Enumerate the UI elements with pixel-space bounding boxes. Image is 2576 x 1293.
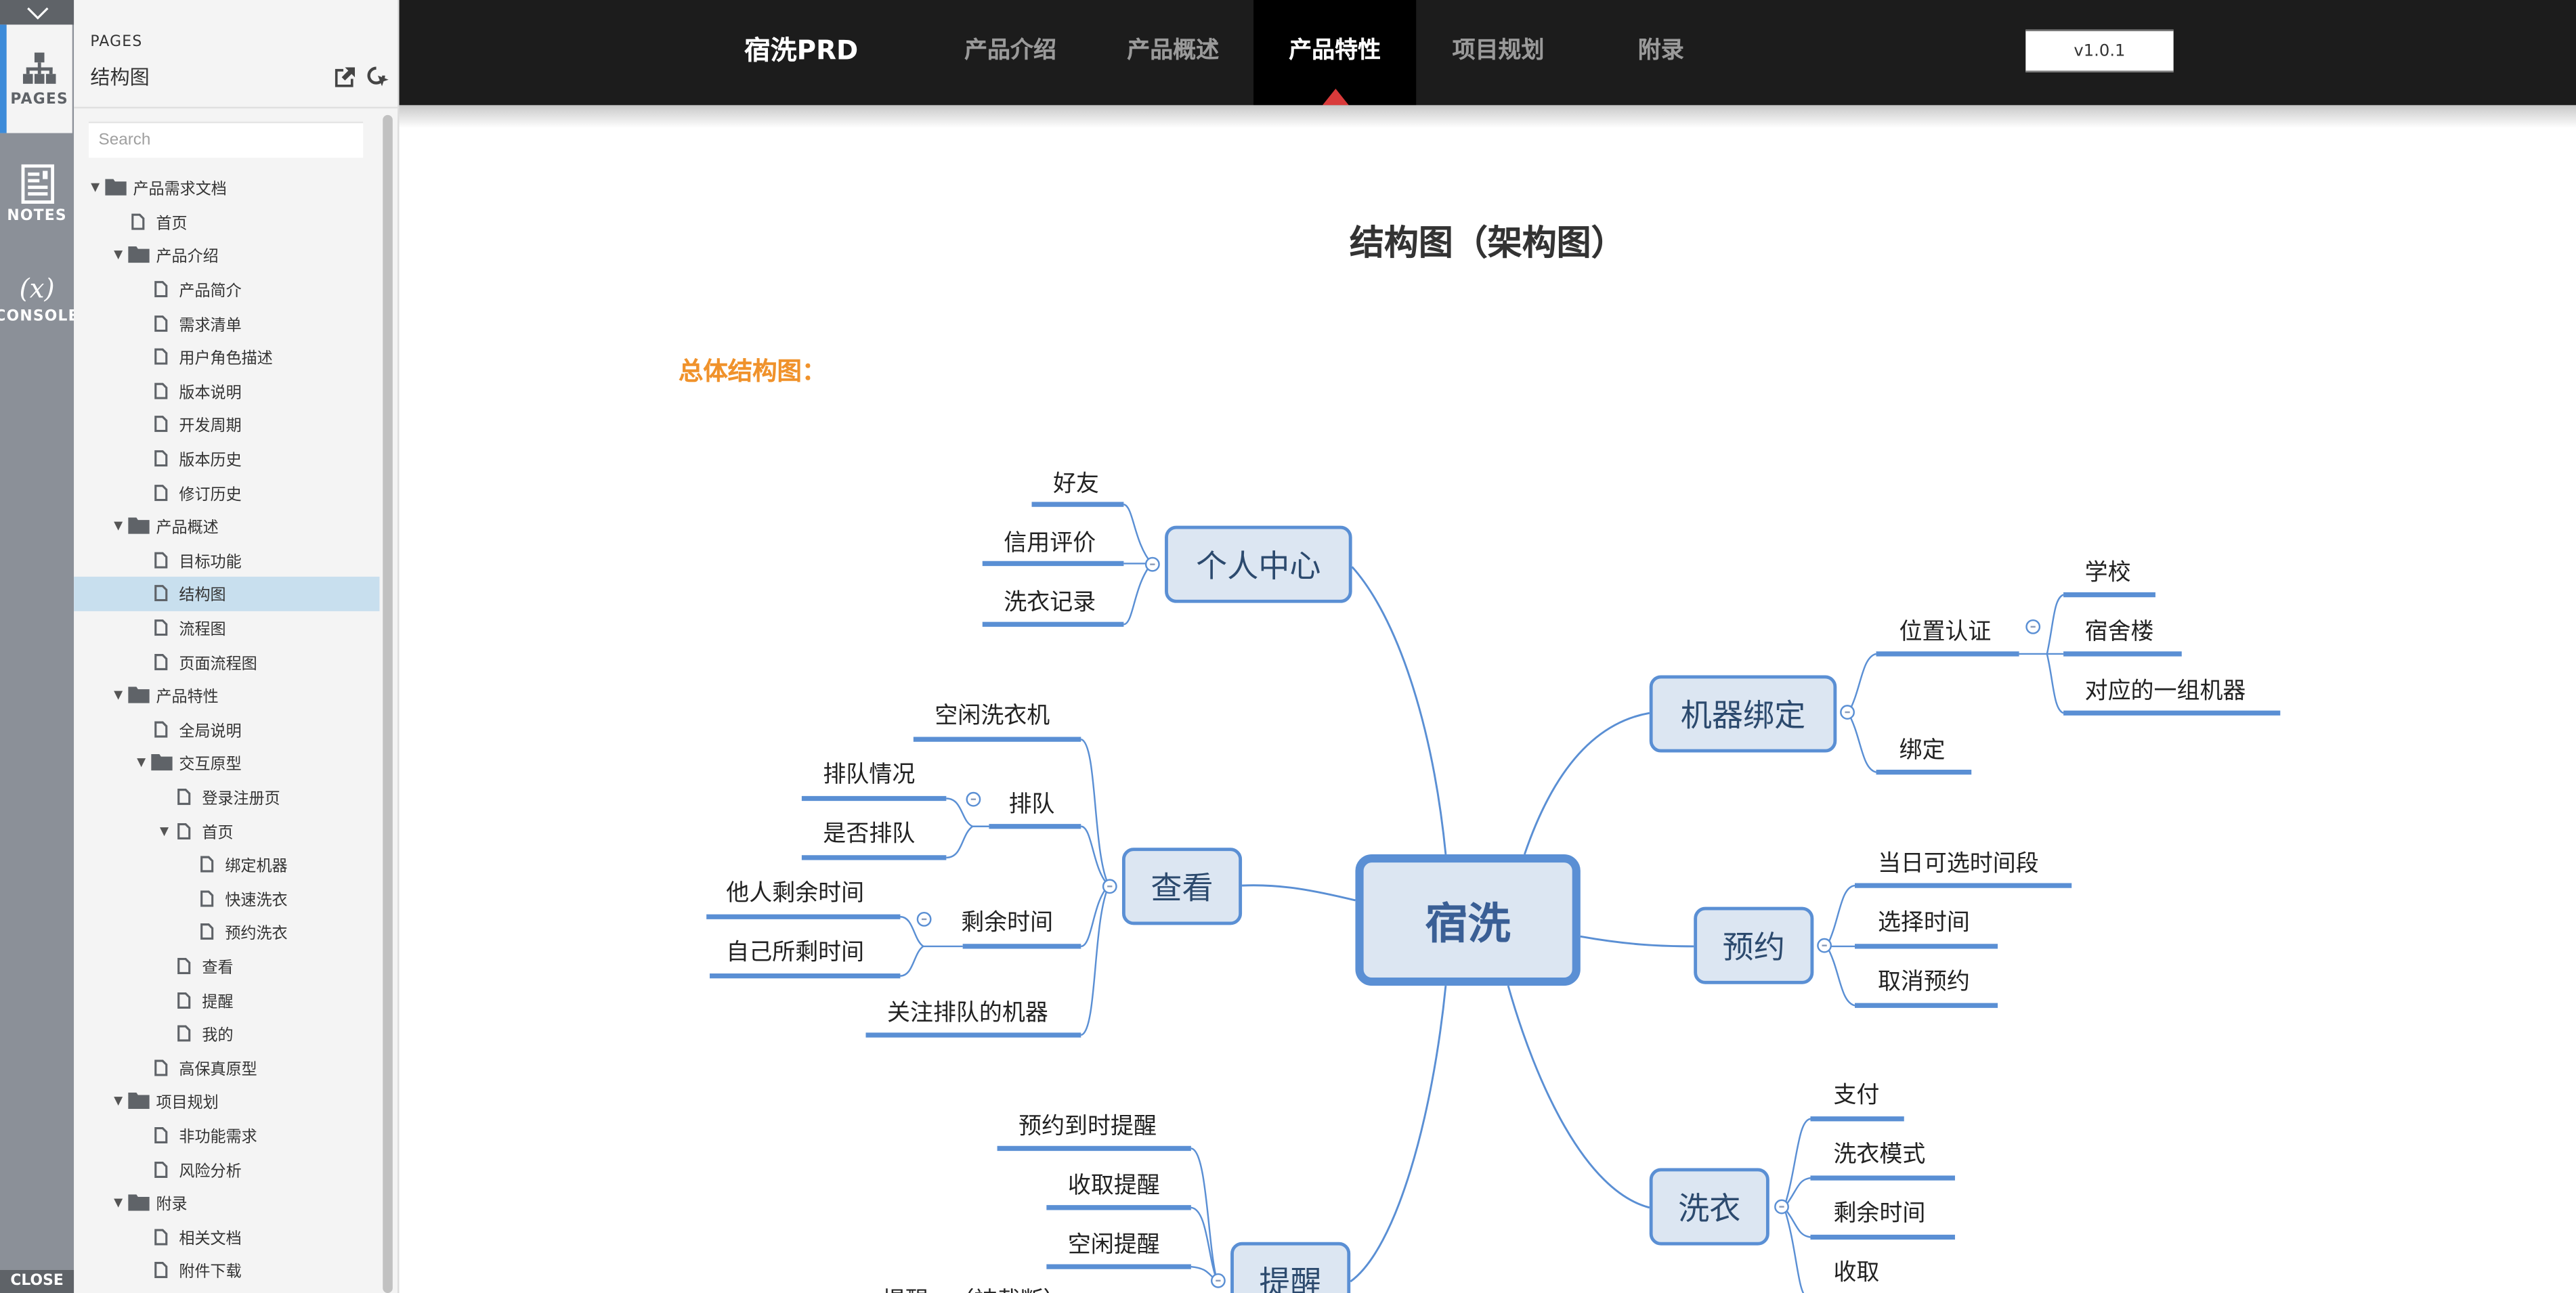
branch-connector: [1350, 986, 1447, 1283]
child-connector: [1123, 563, 1153, 626]
mindmap-leaf[interactable]: 是否排队: [823, 816, 915, 850]
mindmap-node-view[interactable]: 查看: [1121, 848, 1243, 925]
mindmap-leaf[interactable]: 预约到时提醒: [1018, 1109, 1157, 1142]
branch-connector: [1351, 566, 1447, 855]
collapse-toggle[interactable]: [2025, 619, 2041, 634]
child-connector: [2046, 653, 2064, 714]
mind-map: 宿洗 个人中心 查看 提醒 机器绑定 预约 洗衣 好友 信用评价 洗衣记录 空闲…: [0, 0, 2576, 1293]
child-connector: [1783, 1207, 1805, 1293]
branch-connector: [1523, 711, 1650, 855]
child-connector: [1847, 712, 1876, 773]
mindmap-leaf[interactable]: 收取提醒: [1068, 1168, 1160, 1202]
mindmap-leaf[interactable]: 选择时间: [1878, 905, 1970, 938]
mindmap-leaf[interactable]: 支付: [1833, 1078, 1879, 1111]
mindmap-node-reminder[interactable]: 提醒: [1230, 1242, 1351, 1293]
mindmap-leaf[interactable]: 绑定: [1899, 732, 1945, 766]
collapse-toggle[interactable]: [966, 791, 981, 807]
child-connector: [1783, 1118, 1811, 1208]
mindmap-leaf[interactable]: 自己所剩时间: [726, 935, 864, 968]
child-connector: [1190, 1147, 1218, 1282]
mindmap-leaf[interactable]: 洗衣模式: [1833, 1137, 1925, 1170]
child-connector: [1080, 885, 1110, 948]
branch-connector: [1580, 935, 1694, 948]
mindmap-node-washing[interactable]: 洗衣: [1649, 1168, 1769, 1246]
child-connector: [1847, 653, 1876, 714]
mindmap-leaf[interactable]: 收取: [1833, 1255, 1879, 1288]
child-connector: [1123, 503, 1153, 565]
mindmap-node-reservation[interactable]: 预约: [1694, 906, 1814, 984]
mindmap-leaf[interactable]: 对应的一组机器: [2085, 674, 2246, 707]
mindmap-node-machine-binding[interactable]: 机器绑定: [1649, 675, 1837, 753]
mind-map-connectors: [706, 502, 2281, 1293]
mindmap-leaf[interactable]: 当日可选时间段: [1878, 846, 2039, 879]
mindmap-node-personal-center[interactable]: 个人中心: [1165, 525, 1352, 603]
collapse-toggle[interactable]: [1144, 556, 1160, 572]
mindmap-leaf[interactable]: 洗衣记录: [1004, 585, 1096, 618]
collapse-toggle[interactable]: [1774, 1199, 1789, 1214]
child-connector: [1826, 884, 1855, 947]
mindmap-leaf[interactable]: 位置认证: [1899, 615, 1991, 648]
mindmap-leaf[interactable]: 空闲提醒: [1068, 1227, 1160, 1261]
branch-connector: [1507, 985, 1650, 1209]
child-connector: [1826, 946, 1855, 1007]
mindmap-leaf[interactable]: 学校: [2085, 555, 2131, 588]
mindmap-leaf[interactable]: 剩余时间: [1833, 1196, 1925, 1229]
collapse-toggle[interactable]: [1817, 938, 1832, 953]
collapse-toggle[interactable]: [1102, 879, 1117, 894]
mindmap-leaf[interactable]: 好友: [1053, 466, 1099, 500]
child-connector: [1080, 885, 1110, 1036]
mindmap-leaf[interactable]: 排队: [1009, 787, 1055, 820]
mindmap-leaf[interactable]: 取消预约: [1878, 965, 1970, 998]
child-connector: [946, 825, 973, 859]
mindmap-leaf[interactable]: 关注排队的机器: [887, 996, 1048, 1029]
mindmap-root-node[interactable]: 宿洗: [1355, 854, 1581, 986]
mindmap-leaf[interactable]: 排队情况: [823, 758, 915, 791]
mindmap-leaf[interactable]: 宿舍楼: [2085, 615, 2154, 648]
mindmap-leaf[interactable]: 空闲洗衣机: [935, 698, 1050, 731]
mindmap-leaf[interactable]: 信用评价: [1004, 526, 1096, 559]
child-connector: [900, 945, 924, 977]
mindmap-leaf-cropped[interactable]: 提醒…（被截断）: [882, 1283, 1067, 1293]
mindmap-leaf[interactable]: 他人剩余时间: [726, 876, 864, 909]
child-connector: [2046, 594, 2064, 655]
branch-connector: [1242, 884, 1356, 902]
mindmap-leaf[interactable]: 剩余时间: [961, 905, 1053, 938]
collapse-toggle[interactable]: [1840, 705, 1855, 720]
child-connector: [1080, 738, 1110, 886]
collapse-toggle[interactable]: [916, 911, 932, 927]
collapse-toggle[interactable]: [1210, 1273, 1226, 1288]
